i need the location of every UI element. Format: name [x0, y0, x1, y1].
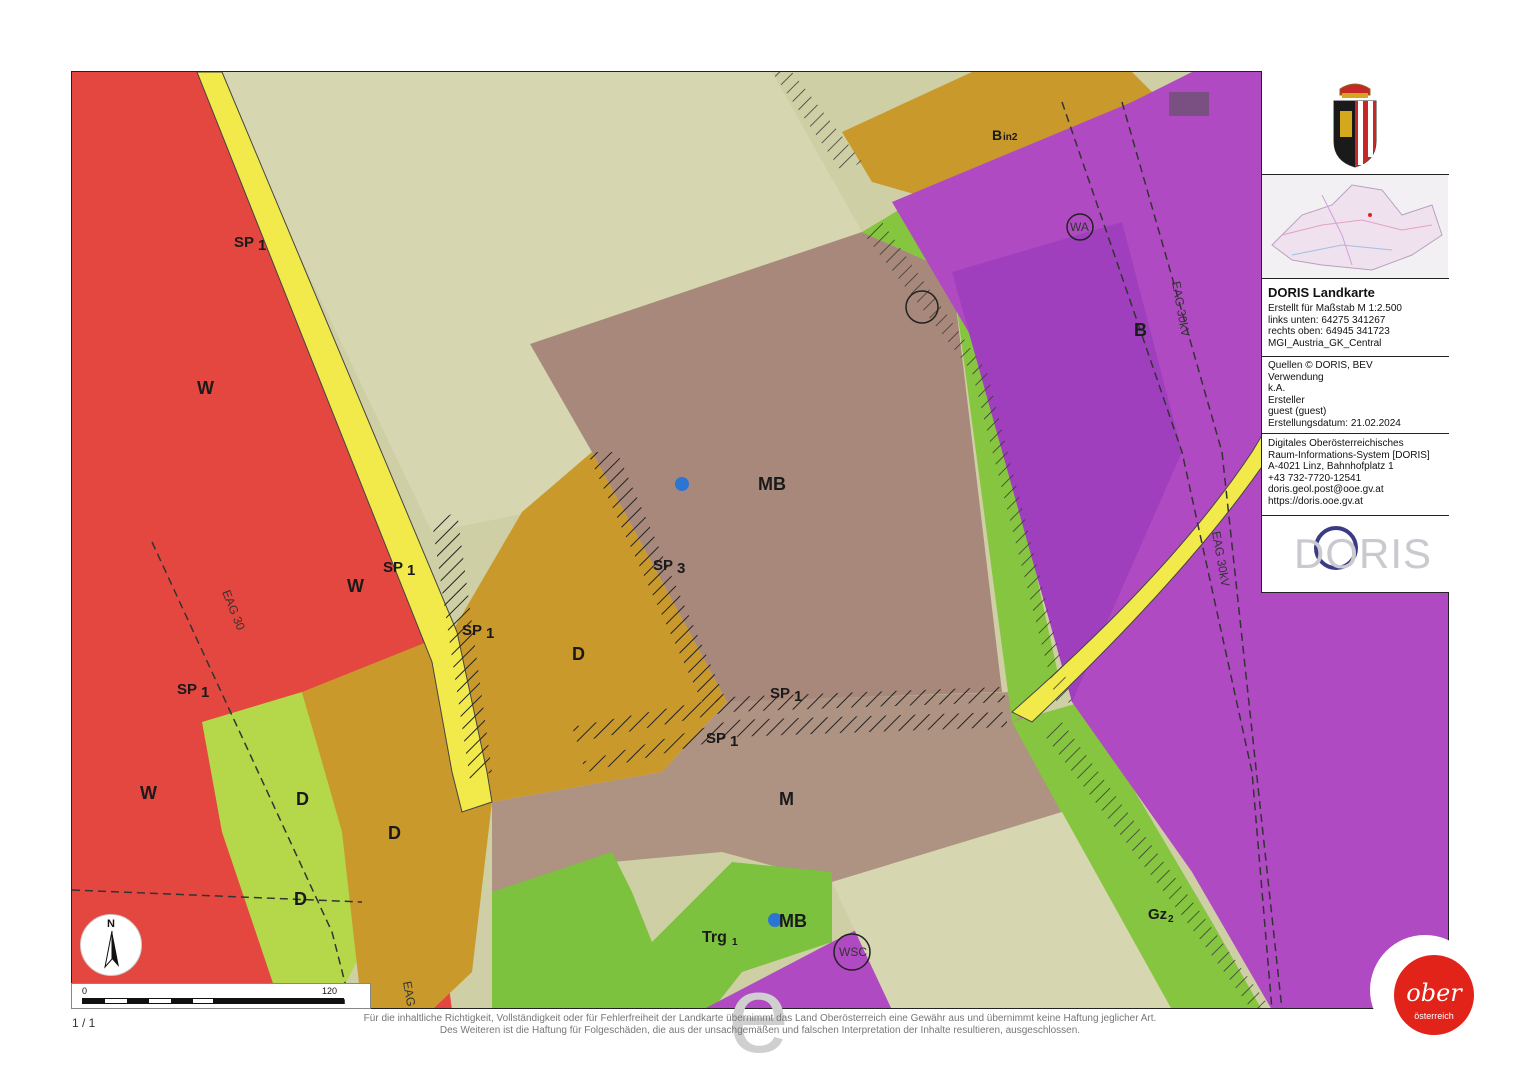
label-mb1: MB — [758, 474, 786, 494]
north-arrow: N — [80, 914, 142, 976]
label-mb2: MB — [779, 911, 807, 931]
scale-line: Erstellt für Maßstab M 1:2.500 — [1268, 303, 1402, 314]
overview-map — [1262, 175, 1449, 279]
label-sp1f-sub: 1 — [730, 733, 738, 750]
info-panel: DORIS Landkarte Erstellt für Maßstab M 1… — [1261, 71, 1449, 593]
address: A-4021 Linz, Bahnhofplatz 1 — [1268, 461, 1394, 472]
web-link[interactable]: https://doris.ooe.gv.at — [1268, 496, 1443, 508]
zoning-map: W W W MB D D D D M B B in2 Trg 1 MB Gz 2… — [72, 72, 1448, 1008]
coat-of-arms — [1262, 71, 1449, 175]
label-d3: D — [388, 823, 401, 843]
label-sp1f: SP — [706, 730, 726, 747]
label-d2: D — [296, 789, 309, 809]
label-sp1c: SP — [462, 622, 482, 639]
usage-label: Verwendung — [1268, 371, 1324, 383]
author-value: guest (guest) — [1268, 406, 1327, 417]
email-link[interactable]: doris.geol.post@ooe.gv.at — [1268, 484, 1443, 496]
doris-logo: DORIS — [1262, 516, 1449, 592]
coord-lower-left: links unten: 64275 341267 — [1268, 314, 1386, 326]
label-wa: WA — [1070, 220, 1089, 234]
label-trg1-sub: 1 — [732, 937, 738, 948]
org-line-2: Raum-Informations-System [DORIS] — [1268, 449, 1430, 461]
label-bin2: B — [992, 127, 1002, 143]
label-sp1d-sub: 1 — [201, 684, 209, 701]
label-sp1b: SP — [383, 559, 403, 576]
scale-zero: 0 — [82, 986, 88, 996]
label-sp1c-sub: 1 — [486, 625, 494, 642]
label-sp1b-sub: 1 — [407, 562, 415, 579]
map-meta: DORIS Landkarte Erstellt für Maßstab M 1… — [1262, 279, 1449, 357]
crest-icon — [1333, 83, 1377, 168]
sources-line: Quellen © DORIS, BEV — [1268, 360, 1373, 371]
author-label: Ersteller — [1268, 394, 1305, 406]
sources: Quellen © DORIS, BEV Verwendung k.A. Ers… — [1262, 357, 1449, 434]
label-sp1a: SP — [234, 234, 254, 251]
label-wsc: WSC — [839, 945, 867, 959]
scale-seg-4 — [213, 999, 343, 1003]
page-number: 1 / 1 — [72, 1016, 96, 1030]
scale-bar: 0 120 m — [71, 983, 371, 1009]
label-m: M — [779, 789, 794, 809]
disclaimer-line-1: Für die inhaltliche Richtigkeit, Vollstä… — [363, 1013, 1157, 1024]
phone: +43 732-7720-12541 — [1268, 472, 1362, 484]
ooe-logo-sub: österreich — [1414, 1011, 1454, 1021]
label-d4: D — [294, 889, 307, 909]
label-b: B — [1134, 320, 1147, 340]
label-w2: W — [347, 576, 364, 596]
label-sp1d: SP — [177, 681, 197, 698]
info-icon-1 — [675, 477, 689, 491]
label-sp1e: SP — [770, 685, 790, 702]
coord-upper-right: rechts oben: 64945 341723 — [1268, 326, 1390, 337]
contact: Digitales Oberösterreichisches Raum-Info… — [1262, 434, 1449, 516]
label-gz2-sub: 2 — [1168, 914, 1174, 925]
disclaimer: Für die inhaltliche Richtigkeit, Vollstä… — [300, 1013, 1220, 1037]
overview-map-graphic — [1262, 175, 1448, 278]
disclaimer-line-2: Des Weiteren ist die Haftung für Folgesc… — [439, 1025, 1081, 1036]
label-w1: W — [197, 378, 214, 398]
scale-track — [82, 998, 344, 1004]
ooe-logo-main: ober — [1406, 979, 1462, 1007]
org-line-1: Digitales Oberösterreichisches — [1268, 438, 1404, 449]
crs: MGI_Austria_GK_Central — [1268, 337, 1382, 349]
created-date: Erstellungsdatum: 21.02.2024 — [1268, 417, 1401, 429]
label-gz2: Gz — [1148, 906, 1167, 923]
label-w3: W — [140, 783, 157, 803]
label-sp3: SP — [653, 557, 673, 574]
label-sp3-sub: 3 — [677, 560, 685, 577]
doris-logo-text: DORIS — [1294, 530, 1433, 577]
usage-value: k.A. — [1268, 383, 1286, 394]
map-title: DORIS Landkarte — [1268, 285, 1375, 300]
label-sp1e-sub: 1 — [794, 688, 802, 705]
scale-max: 120 — [322, 986, 338, 996]
building-symbol — [1169, 92, 1209, 116]
scale-seg-2 — [127, 999, 149, 1003]
scale-seg-3 — [171, 999, 193, 1003]
map-canvas[interactable]: W W W MB D D D D M B B in2 Trg 1 MB Gz 2… — [71, 71, 1449, 1009]
label-trg1: Trg — [702, 929, 727, 946]
label-d1: D — [572, 644, 585, 664]
oberoesterreich-logo: ober österreich — [1370, 935, 1480, 1045]
label-bin2-sub: in2 — [1003, 132, 1018, 143]
scale-seg-1 — [83, 999, 105, 1003]
north-arrow-icon — [104, 930, 119, 969]
label-sp1a-sub: 1 — [258, 237, 266, 254]
